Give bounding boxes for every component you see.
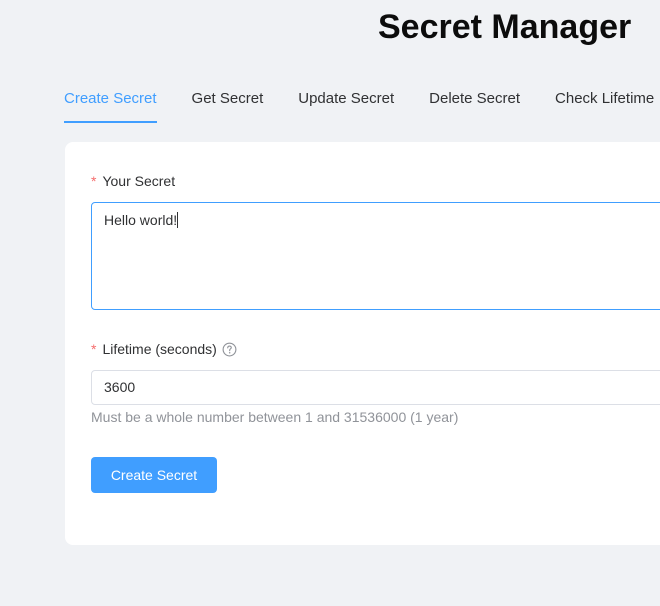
create-secret-button[interactable]: Create Secret	[91, 457, 217, 493]
tab-get-secret[interactable]: Get Secret	[192, 88, 264, 123]
app-page: Secret Manager Create Secret Get Secret …	[0, 0, 660, 606]
lifetime-label-text: Lifetime (seconds)	[102, 341, 217, 357]
tab-delete-secret[interactable]: Delete Secret	[429, 88, 520, 123]
text-caret	[177, 212, 179, 228]
page-title: Secret Manager	[378, 8, 632, 46]
lifetime-input[interactable]: 3600	[91, 370, 660, 405]
secret-value: Hello world!	[104, 212, 178, 228]
lifetime-hint: Must be a whole number between 1 and 315…	[91, 409, 459, 425]
tab-update-secret[interactable]: Update Secret	[298, 88, 394, 123]
secret-label-text: Your Secret	[102, 173, 176, 189]
tab-check-lifetime[interactable]: Check Lifetime	[555, 88, 654, 123]
create-secret-form: * Your Secret Hello world! * Lifetime (s…	[65, 142, 660, 545]
tab-bar: Create Secret Get Secret Update Secret D…	[64, 88, 654, 124]
tab-create-secret[interactable]: Create Secret	[64, 88, 157, 123]
secret-field-label: * Your Secret	[91, 173, 175, 189]
lifetime-field-label: * Lifetime (seconds)	[91, 341, 237, 357]
required-mark: *	[91, 341, 97, 357]
required-mark: *	[91, 173, 97, 189]
secret-textarea[interactable]: Hello world!	[91, 202, 660, 310]
question-circle-icon[interactable]	[222, 342, 237, 357]
